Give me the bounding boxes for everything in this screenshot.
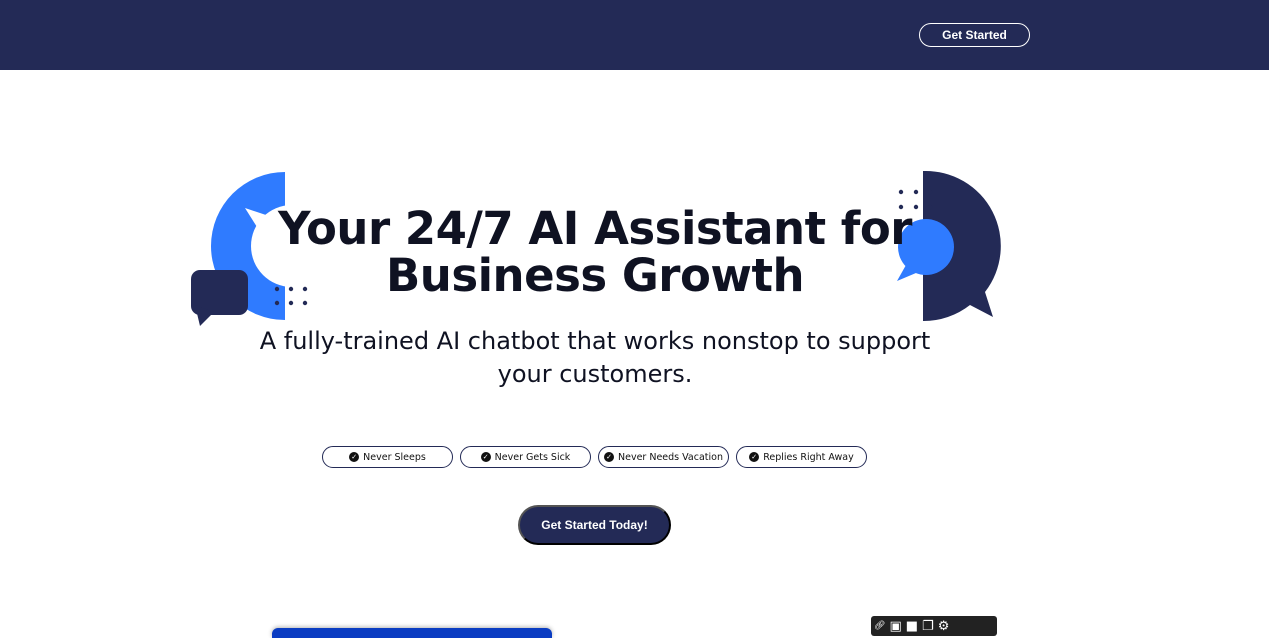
- check-icon: ✓: [604, 452, 615, 462]
- link-icon[interactable]: 🔗︎: [874, 621, 885, 631]
- gear-icon[interactable]: ⚙: [938, 619, 950, 634]
- feature-label: Never Gets Sick: [494, 451, 571, 463]
- camera-icon[interactable]: ▣: [889, 619, 901, 634]
- feature-label: Replies Right Away: [763, 451, 854, 463]
- hero-title: Your 24/7 AI Assistant for Business Growt…: [278, 202, 912, 302]
- get-started-today-button[interactable]: Get Started Today!: [518, 505, 671, 545]
- feature-pill: ✓ Never Needs Vacation: [598, 446, 729, 468]
- feature-label: Never Sleeps: [363, 451, 426, 463]
- video-icon[interactable]: ■: [906, 619, 918, 634]
- feature-pill: ✓ Never Sleeps: [322, 446, 453, 468]
- feature-pill: ✓ Replies Right Away: [736, 446, 867, 468]
- content-card-edge: [272, 628, 552, 638]
- copy-icon[interactable]: ❐: [922, 619, 934, 634]
- check-icon: ✓: [749, 452, 760, 462]
- check-icon: ✓: [480, 452, 491, 462]
- check-icon: ✓: [349, 452, 360, 462]
- hero-subtitle: A fully-trained AI chatbot that works no…: [259, 327, 931, 388]
- feature-pill: ✓ Never Gets Sick: [460, 446, 591, 468]
- feature-label: Never Needs Vacation: [618, 451, 723, 463]
- capture-toolbar: 🔗︎ ▣ ■ ❐ ⚙: [871, 616, 997, 636]
